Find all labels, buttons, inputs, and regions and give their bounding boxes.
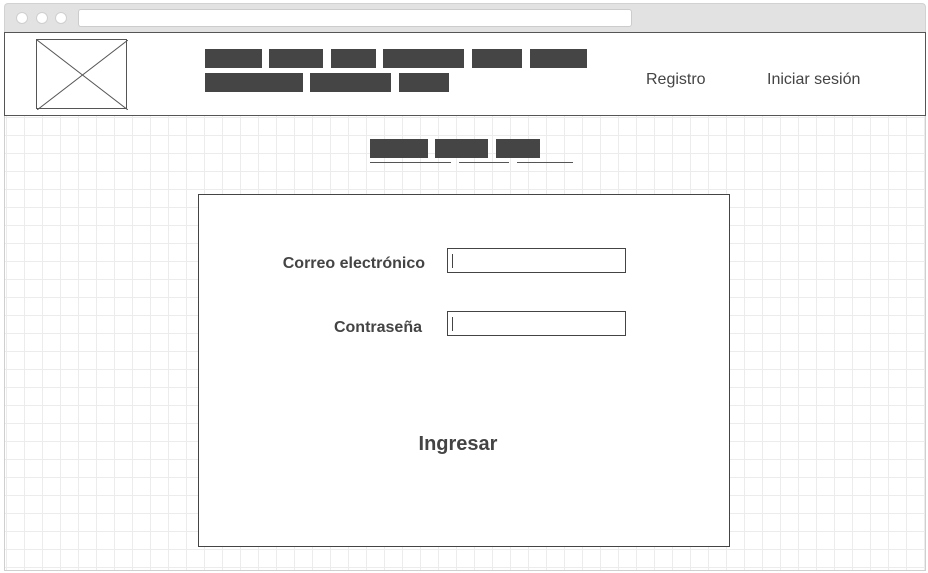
address-bar[interactable] bbox=[78, 9, 632, 27]
nav-item-5[interactable] bbox=[472, 49, 522, 68]
login-form: Correo electrónico Contraseña Ingresar bbox=[198, 194, 730, 547]
submit-button[interactable]: Ingresar bbox=[199, 433, 717, 456]
nav-item-8[interactable] bbox=[310, 73, 391, 92]
password-field[interactable] bbox=[447, 311, 626, 336]
subnav-item-2[interactable] bbox=[435, 139, 488, 158]
login-link[interactable]: Iniciar sesión bbox=[767, 71, 860, 89]
window-minimize-dot[interactable] bbox=[36, 12, 48, 24]
subnav-item-3[interactable] bbox=[496, 139, 540, 158]
logo-placeholder[interactable] bbox=[36, 39, 128, 110]
subnav-link-1[interactable] bbox=[370, 162, 451, 163]
nav-item-4[interactable] bbox=[383, 49, 464, 68]
register-link[interactable]: Registro bbox=[646, 71, 706, 89]
image-placeholder-icon bbox=[37, 40, 128, 110]
site-header: Registro Iniciar sesión bbox=[4, 32, 926, 116]
email-field[interactable] bbox=[447, 248, 626, 273]
password-label: Contraseña bbox=[333, 319, 422, 336]
text-caret bbox=[452, 317, 453, 331]
nav-item-3[interactable] bbox=[331, 49, 376, 68]
browser-chrome bbox=[4, 3, 926, 32]
nav-item-9[interactable] bbox=[399, 73, 449, 92]
nav-item-1[interactable] bbox=[205, 49, 262, 68]
nav-item-2[interactable] bbox=[269, 49, 323, 68]
nav-item-6[interactable] bbox=[530, 49, 587, 68]
email-label: Correo electrónico bbox=[282, 255, 425, 272]
subnav-item-1[interactable] bbox=[370, 139, 428, 158]
nav-item-7[interactable] bbox=[205, 73, 303, 92]
window-maximize-dot[interactable] bbox=[55, 12, 67, 24]
subnav-link-2[interactable] bbox=[459, 162, 509, 163]
subnav-link-3[interactable] bbox=[517, 162, 573, 163]
window-close-dot[interactable] bbox=[16, 12, 28, 24]
text-caret bbox=[452, 254, 453, 268]
